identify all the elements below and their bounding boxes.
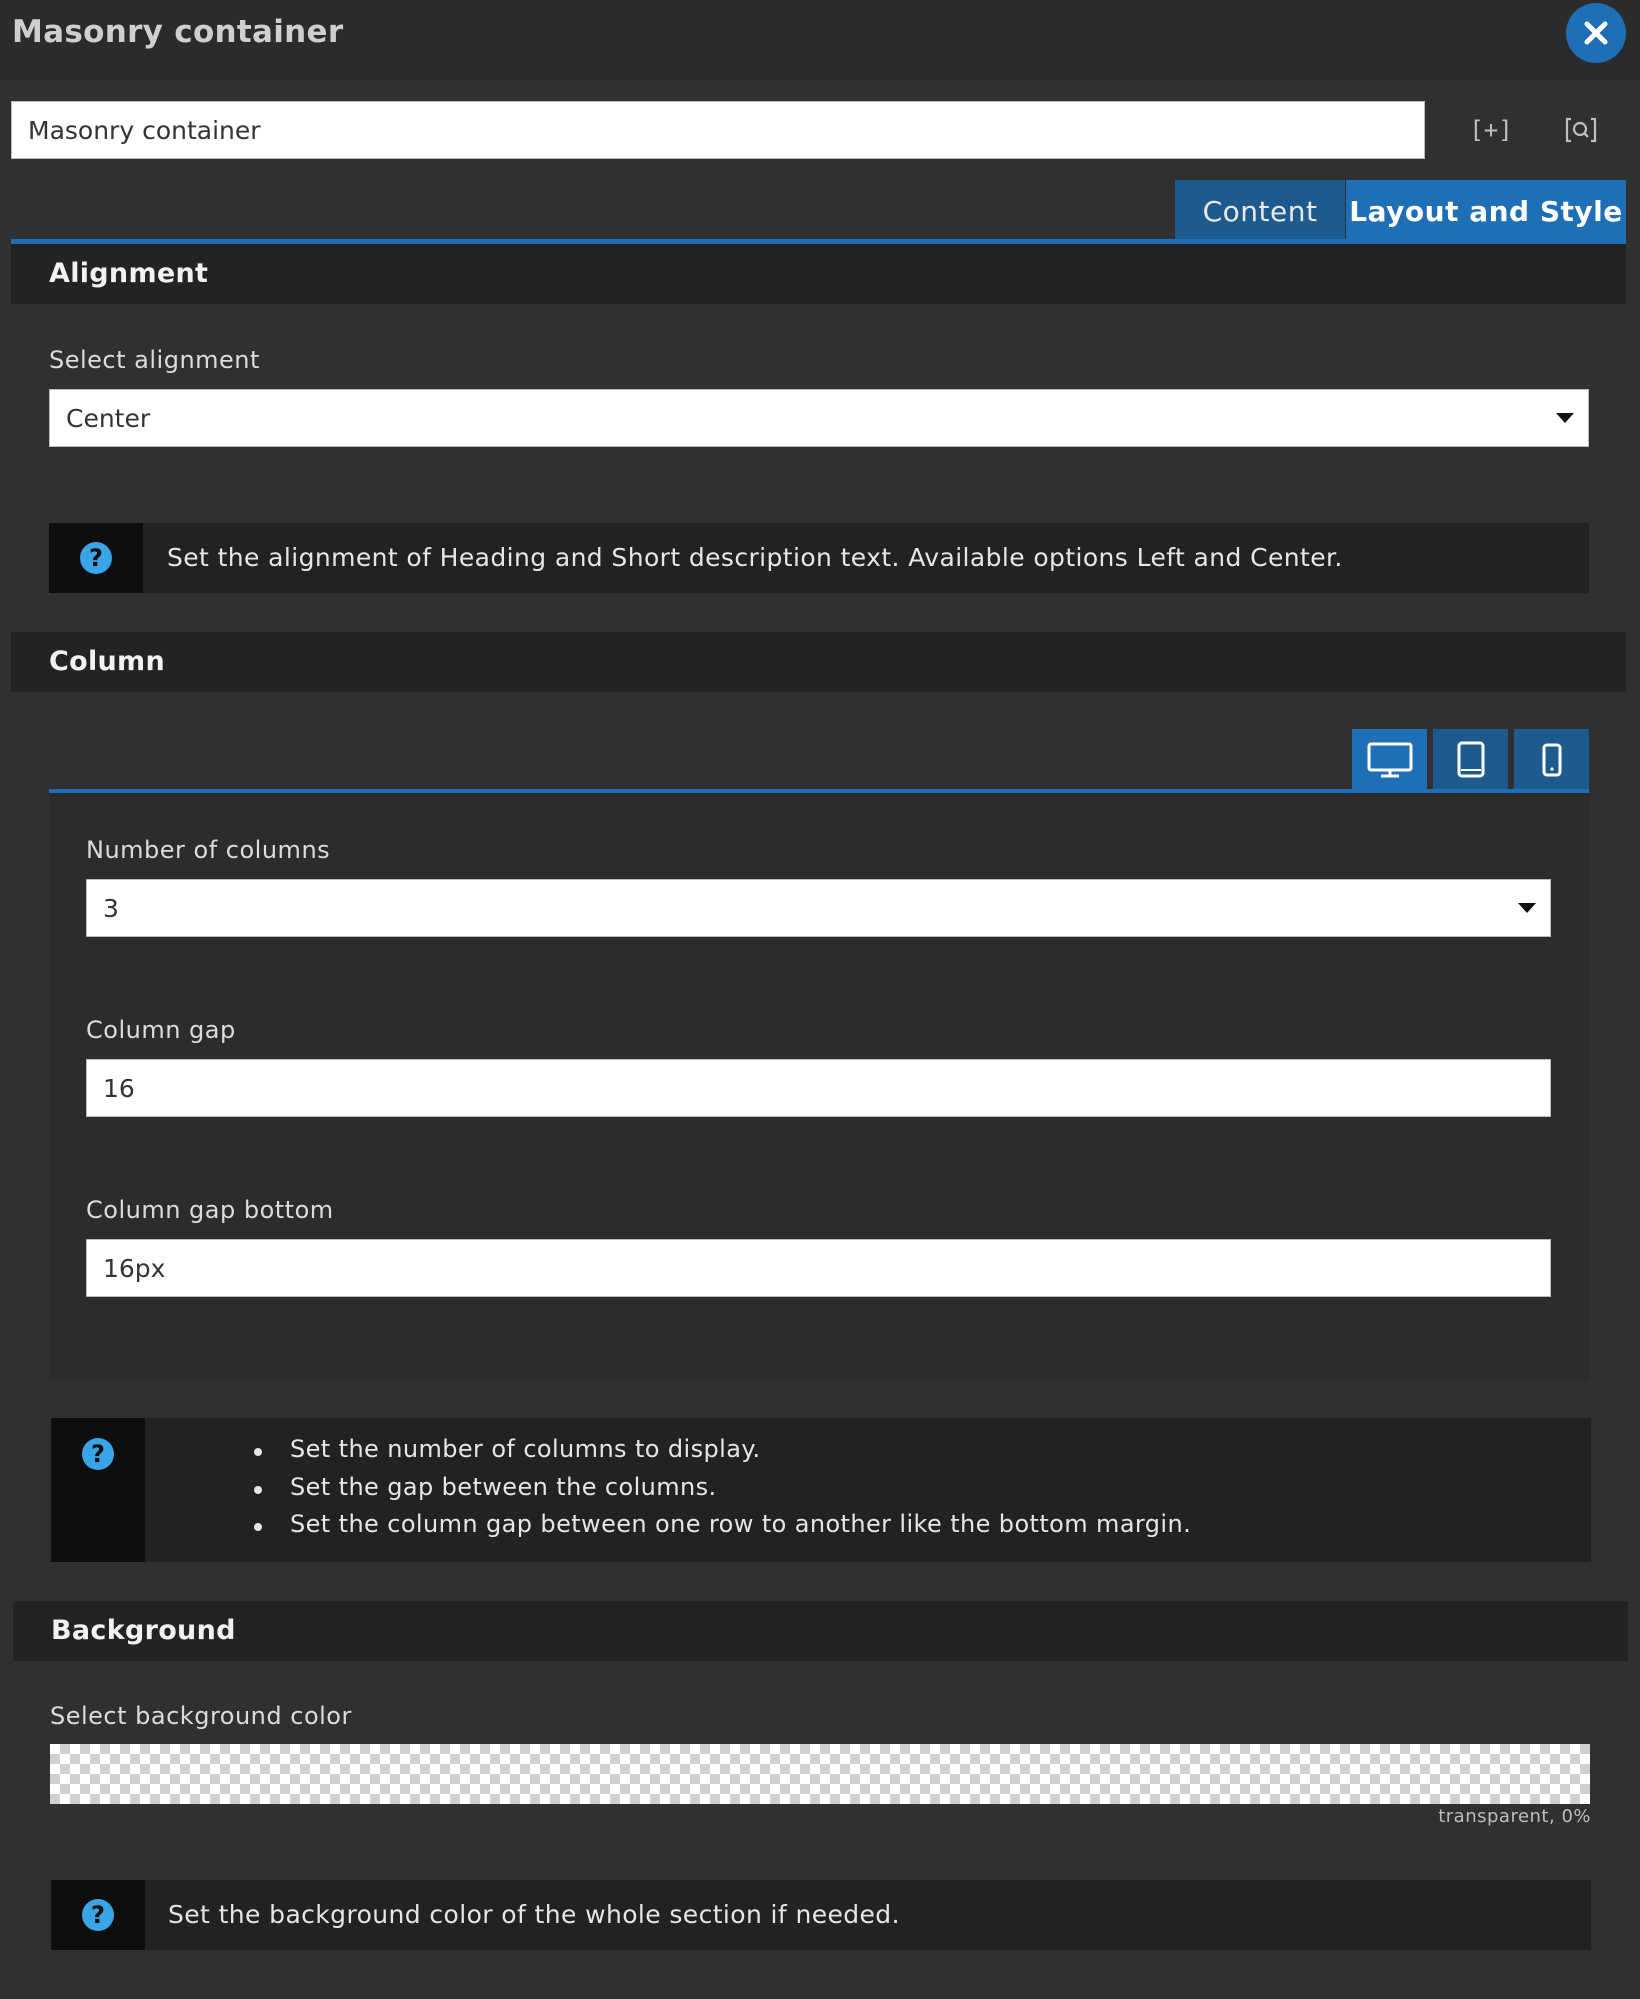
background-section-header[interactable]: Background <box>13 1601 1628 1661</box>
column-gap-input[interactable]: 16 <box>86 1059 1551 1117</box>
background-color-label: Select background color <box>50 1702 352 1730</box>
device-tablet-button[interactable] <box>1433 729 1508 790</box>
device-desktop-button[interactable] <box>1352 729 1427 790</box>
background-help-text: Set the background color of the whole se… <box>168 1900 900 1929</box>
add-bracket-icon: [+] <box>1469 116 1513 144</box>
tab-content[interactable]: Content <box>1175 180 1345 243</box>
num-columns-label: Number of columns <box>86 836 331 864</box>
column-gap-value: 16 <box>103 1073 135 1103</box>
num-columns-select[interactable]: 3 <box>86 879 1551 937</box>
tab-layout-and-style[interactable]: Layout and Style <box>1346 180 1626 243</box>
element-name-input[interactable] <box>11 101 1425 159</box>
list-item: Set the gap between the columns. <box>253 1473 1191 1511</box>
tab-content-label: Content <box>1202 195 1318 228</box>
question-icon: ? <box>80 542 112 574</box>
help-icon-cell: ? <box>51 1418 145 1562</box>
alignment-help-box: ? Set the alignment of Heading and Short… <box>49 523 1589 593</box>
column-gap-bottom-input[interactable]: 16px <box>86 1239 1551 1297</box>
desktop-icon <box>1367 742 1412 777</box>
tablet-icon <box>1457 741 1484 777</box>
column-gap-label: Column gap <box>86 1016 236 1044</box>
alignment-select-value: Center <box>66 403 151 433</box>
chevron-down-icon <box>1556 413 1574 423</box>
question-icon: ? <box>82 1899 114 1931</box>
background-heading: Background <box>51 1615 236 1646</box>
num-columns-value: 3 <box>103 893 119 923</box>
column-heading: Column <box>49 646 165 677</box>
search-bracket-icon <box>1565 117 1597 143</box>
title-bar: Masonry container <box>0 0 1640 80</box>
help-icon-cell: ? <box>51 1880 145 1950</box>
add-icon-button[interactable]: [+] <box>1469 110 1513 150</box>
mobile-icon <box>1542 743 1561 776</box>
question-icon: ? <box>82 1438 114 1470</box>
column-gap-bottom-label: Column gap bottom <box>86 1196 334 1224</box>
alignment-heading: Alignment <box>49 258 209 289</box>
alignment-section-header[interactable]: Alignment <box>11 244 1626 304</box>
alignment-select[interactable]: Center <box>49 389 1589 447</box>
tab-layout-label: Layout and Style <box>1349 195 1623 228</box>
column-help-list: Set the number of columns to display. Se… <box>253 1435 1191 1548</box>
search-icon-button[interactable] <box>1559 110 1603 150</box>
close-icon <box>1584 21 1608 45</box>
help-icon-cell: ? <box>49 523 143 593</box>
background-color-picker[interactable] <box>50 1744 1590 1804</box>
background-color-value: transparent, 0% <box>1438 1806 1591 1827</box>
dialog-title: Masonry container <box>12 14 344 50</box>
device-mobile-button[interactable] <box>1514 729 1589 790</box>
alignment-select-label: Select alignment <box>49 346 260 374</box>
list-item: Set the number of columns to display. <box>253 1435 1191 1473</box>
close-button[interactable] <box>1566 3 1626 63</box>
column-gap-bottom-value: 16px <box>103 1253 166 1283</box>
column-section-header[interactable]: Column <box>11 632 1626 692</box>
background-help-box: ? Set the background color of the whole … <box>51 1880 1591 1950</box>
chevron-down-icon <box>1518 903 1536 913</box>
list-item: Set the column gap between one row to an… <box>253 1510 1191 1548</box>
alignment-help-text: Set the alignment of Heading and Short d… <box>167 543 1343 572</box>
